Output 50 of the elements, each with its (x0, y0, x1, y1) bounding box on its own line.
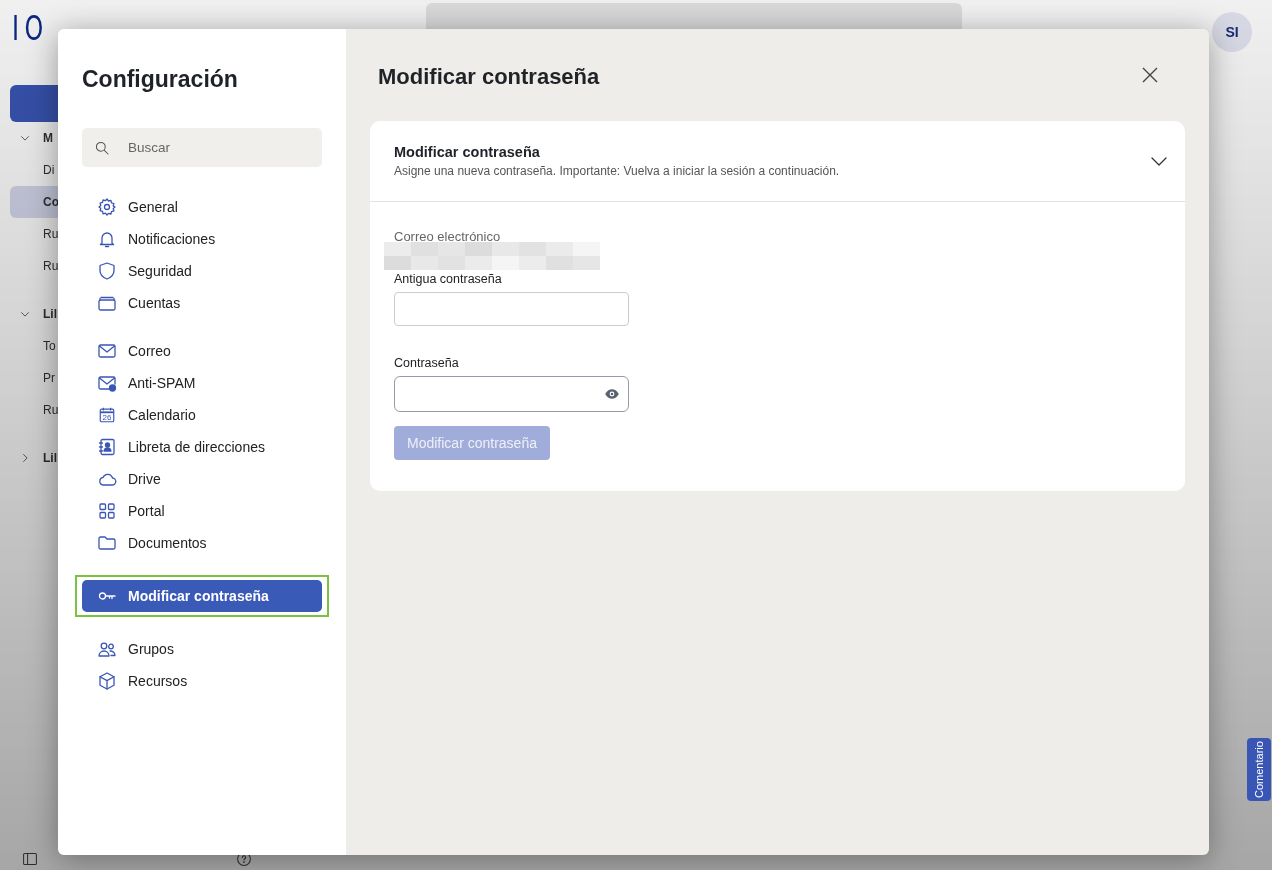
envelope-icon (97, 341, 117, 361)
sidebar-item[interactable]: Co (43, 195, 59, 209)
settings-nav-item[interactable]: Portal (82, 495, 322, 527)
password-field[interactable] (394, 292, 629, 326)
settings-nav-item[interactable]: Notificaciones (82, 223, 322, 255)
sidebar-item[interactable]: Lil (43, 451, 57, 465)
dialog-title: Configuración (82, 66, 239, 93)
gear-icon (97, 197, 117, 217)
shield-icon (97, 261, 117, 281)
settings-nav-item[interactable]: 26 Calendario (82, 399, 322, 431)
page-title: Modificar contraseña (378, 64, 600, 90)
sidebar-item[interactable]: Ru (43, 403, 59, 417)
settings-nav-item[interactable]: Grupos (82, 633, 322, 665)
settings-nav-item[interactable]: Seguridad (82, 255, 322, 287)
sidebar-item[interactable]: M (43, 131, 53, 145)
password-field[interactable] (394, 376, 629, 412)
folder-icon (97, 533, 117, 553)
field-label: Contraseña (394, 356, 460, 370)
settings-nav-item[interactable]: Libreta de direcciones (82, 431, 322, 463)
address-book-icon (97, 437, 117, 457)
sidebar-item[interactable]: Di (43, 163, 55, 177)
bell-icon (97, 229, 117, 249)
settings-nav-item[interactable]: Correo (82, 335, 322, 367)
calendar-icon: 26 (97, 405, 117, 425)
logo: IO (12, 8, 40, 48)
search-icon (94, 140, 110, 156)
search-field[interactable]: Buscar (82, 128, 322, 167)
feedback-tab[interactable]: Comentario (1247, 738, 1271, 801)
field-label: Antigua contraseña (394, 272, 503, 286)
cube-icon (97, 671, 117, 691)
sidebar-item[interactable]: Ru (43, 259, 59, 273)
section-description: Asigne una nueva contraseña. Importante: Vuelva a iniciar la sesión a continuación. (394, 164, 840, 178)
settings-nav-item[interactable]: Cuentas (82, 287, 322, 319)
settings-nav-item[interactable]: Drive (82, 463, 322, 495)
settings-nav-item[interactable]: Modificar contraseña (82, 580, 322, 612)
sidebar-item[interactable]: Pr (43, 371, 55, 385)
settings-nav-item[interactable]: Documentos (82, 527, 322, 559)
sidebar-item[interactable]: To (43, 339, 56, 353)
sidebar-item[interactable]: Lil (43, 307, 57, 321)
sidebar-toggle-icon (22, 851, 38, 867)
settings-nav-item[interactable]: General (82, 191, 322, 223)
avatar[interactable]: SI (1212, 12, 1252, 52)
eye-icon[interactable] (604, 386, 620, 402)
settings-nav-item[interactable]: Anti-SPAM (82, 367, 322, 399)
grid-icon (97, 501, 117, 521)
envelope-block-icon (97, 373, 117, 393)
field-label: Correo electrónico (394, 229, 502, 244)
section-title: Modificar contraseña (394, 144, 541, 160)
settings-nav-item[interactable]: Recursos (82, 665, 322, 697)
sidebar-item[interactable]: Ru (43, 227, 59, 241)
